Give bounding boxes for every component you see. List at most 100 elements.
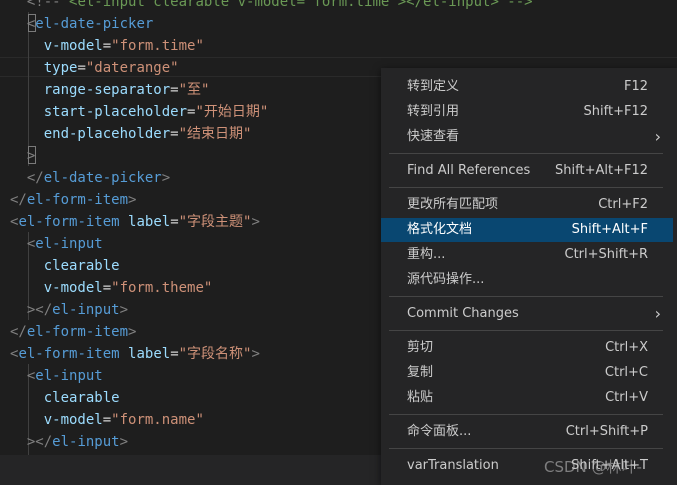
menu-separator: [389, 414, 663, 415]
menu-item-copy[interactable]: 复制 Ctrl+C: [381, 361, 673, 385]
menu-item-label: 快速查看: [407, 129, 460, 144]
code-token: =: [170, 82, 179, 98]
code-line: start-placeholder="开始日期": [10, 101, 269, 123]
code-line: type="daterange": [10, 57, 179, 79]
context-menu: 转到定义 F12 转到引用 Shift+F12 快速查看 › Find All …: [381, 68, 677, 485]
menu-item-label: 命令面板...: [407, 424, 472, 439]
menu-item-label: Commit Changes: [407, 306, 519, 321]
menu-item-label: varTranslation: [407, 458, 499, 473]
code-token: >: [10, 148, 36, 164]
code-token: =: [102, 38, 112, 54]
code-token: label: [128, 214, 171, 230]
code-token: range-separator: [10, 82, 171, 98]
menu-item-format-document[interactable]: 格式化文档 Shift+Alt+F: [381, 218, 673, 242]
code-token: el-form-item: [26, 192, 129, 208]
code-token: "结束日期": [178, 126, 252, 142]
code-token: start-placeholder: [10, 104, 188, 120]
code-token: <: [10, 16, 36, 32]
code-line: <el-form-item label="字段主题">: [10, 211, 260, 233]
code-line: <!-- <el-input clearable v-model="form.t…: [10, 0, 533, 13]
menu-item-label: 转到定义: [407, 79, 460, 94]
code-token: >: [128, 192, 137, 208]
chevron-right-icon: ›: [654, 127, 661, 146]
code-token: "字段名称": [178, 346, 252, 362]
menu-separator: [389, 330, 663, 331]
code-token: "字段主题": [178, 214, 252, 230]
menu-item-shortcut: Shift+Alt+F12: [555, 163, 648, 178]
code-token: "form.name": [111, 412, 204, 428]
code-token: <: [10, 368, 36, 384]
menu-item-commit-changes[interactable]: Commit Changes ›: [381, 302, 673, 326]
menu-separator: [389, 296, 663, 297]
menu-item-label: 转到引用: [407, 104, 460, 119]
code-line: </el-date-picker>: [10, 167, 170, 189]
code-token: v-model: [10, 38, 103, 54]
code-line: <el-input: [10, 233, 103, 255]
code-token: el-input: [35, 368, 103, 384]
menu-item-go-to-definition[interactable]: 转到定义 F12: [381, 75, 673, 99]
menu-item-shortcut: Shift+F12: [583, 104, 648, 119]
menu-item-change-all-occurrences[interactable]: 更改所有匹配项 Ctrl+F2: [381, 193, 673, 217]
code-token: =: [170, 214, 179, 230]
watermark: CSDN @林叶-: [544, 458, 642, 476]
menu-item-label: 重构...: [407, 247, 446, 262]
code-token: =: [102, 412, 112, 428]
code-line: ></el-input>: [10, 431, 128, 453]
menu-item-cut[interactable]: 剪切 Ctrl+X: [381, 336, 673, 360]
code-line: clearable: [10, 387, 120, 409]
code-token: ></: [10, 302, 53, 318]
code-line: range-separator="至": [10, 79, 210, 101]
code-token: v-model: [10, 412, 103, 428]
code-token: "至": [178, 82, 210, 98]
code-line: <el-date-picker: [10, 13, 153, 35]
code-token: el-date-picker: [35, 16, 154, 32]
menu-item-label: 源代码操作...: [407, 272, 485, 287]
code-line: v-model="form.name": [10, 409, 204, 431]
menu-item-go-to-references[interactable]: 转到引用 Shift+F12: [381, 100, 673, 124]
menu-item-paste[interactable]: 粘贴 Ctrl+V: [381, 386, 673, 410]
menu-item-label: 剪切: [407, 340, 434, 355]
menu-item-label: 更改所有匹配项: [407, 197, 499, 212]
code-token: el-input: [52, 434, 120, 450]
code-token: =: [170, 346, 179, 362]
code-token: =: [102, 280, 112, 296]
code-token: "daterange": [85, 60, 179, 76]
menu-item-shortcut: Ctrl+Shift+P: [565, 424, 648, 439]
code-token: >: [119, 434, 129, 450]
code-token: end-placeholder: [10, 126, 171, 142]
code-token: "form.time": [111, 38, 204, 54]
code-line: </el-form-item>: [10, 321, 136, 343]
menu-separator: [389, 187, 663, 188]
code-line: v-model="form.time": [10, 35, 204, 57]
menu-item-shortcut: F12: [623, 79, 648, 94]
code-token: <: [10, 236, 36, 252]
menu-item-shortcut: Shift+Alt+F: [571, 222, 648, 237]
code-line: <el-form-item label="字段名称">: [10, 343, 260, 365]
code-token: >: [161, 170, 171, 186]
code-token: clearable: [10, 390, 120, 406]
menu-item-find-all-references[interactable]: Find All References Shift+Alt+F12: [381, 159, 673, 183]
code-token: "开始日期": [195, 104, 269, 120]
menu-item-peek[interactable]: 快速查看 ›: [381, 125, 673, 149]
menu-item-shortcut: Ctrl+F2: [598, 197, 648, 212]
menu-item-source-action[interactable]: 源代码操作...: [381, 268, 673, 292]
code-token: el-input: [52, 302, 120, 318]
menu-item-refactor[interactable]: 重构... Ctrl+Shift+R: [381, 243, 673, 267]
code-token: v-model: [10, 280, 103, 296]
menu-item-shortcut: Ctrl+X: [605, 340, 648, 355]
code-token: el-input: [35, 236, 103, 252]
code-token: </: [10, 170, 44, 186]
chevron-right-icon: ›: [654, 304, 661, 323]
menu-separator: [389, 153, 663, 154]
code-line: ></el-input>: [10, 299, 128, 321]
code-token: =: [77, 60, 86, 76]
code-line: v-model="form.theme": [10, 277, 213, 299]
menu-item-command-palette[interactable]: 命令面板... Ctrl+Shift+P: [381, 420, 673, 444]
code-token: type: [10, 60, 78, 76]
menu-item-label: 格式化文档: [407, 222, 473, 237]
code-line: clearable: [10, 255, 120, 277]
menu-item-label: 复制: [407, 365, 434, 380]
code-token: clearable: [10, 258, 120, 274]
